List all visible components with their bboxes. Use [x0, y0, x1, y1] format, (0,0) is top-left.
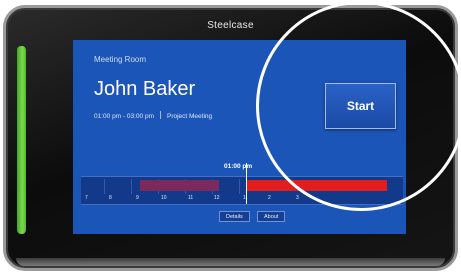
hour-tick: 12: [214, 195, 220, 201]
divider: [159, 111, 161, 119]
timeline-gridline: [131, 179, 132, 194]
hour-tick: 11: [188, 195, 194, 201]
status-led-bar: [17, 46, 26, 234]
current-time-label: 01:00 pm: [224, 163, 253, 170]
about-button[interactable]: About: [257, 211, 286, 222]
timeline-gridline: [104, 179, 105, 194]
day-timeline[interactable]: 7 8 9 10 11 12 1 2 3: [81, 163, 403, 205]
hour-tick: 9: [136, 195, 139, 201]
organizer-name: John Baker: [94, 78, 196, 100]
past-booking-block[interactable]: [140, 180, 219, 191]
hour-tick: 7: [85, 195, 88, 201]
room-label: Meeting Room: [94, 55, 147, 64]
meeting-info-row: 01:00 pm - 03:00 pm Project Meeting: [94, 111, 212, 120]
scheduler-screen: Meeting Room John Baker 01:00 pm - 03:00…: [73, 40, 406, 234]
hour-tick: 10: [161, 195, 167, 201]
meeting-time-range: 01:00 pm - 03:00 pm: [94, 113, 154, 120]
hour-tick: 2: [268, 195, 271, 201]
current-booking-block[interactable]: [247, 180, 387, 191]
start-meeting-button[interactable]: Start: [325, 83, 396, 129]
hour-tick: 3: [296, 195, 299, 201]
meeting-title: Project Meeting: [166, 113, 213, 120]
details-button[interactable]: Details: [219, 211, 250, 222]
timeline-gridline: [239, 179, 240, 194]
current-time-marker: [246, 163, 247, 204]
hour-tick: 8: [109, 195, 112, 201]
hour-tick: 1: [243, 195, 246, 201]
brand-logo: Steelcase: [207, 20, 254, 31]
